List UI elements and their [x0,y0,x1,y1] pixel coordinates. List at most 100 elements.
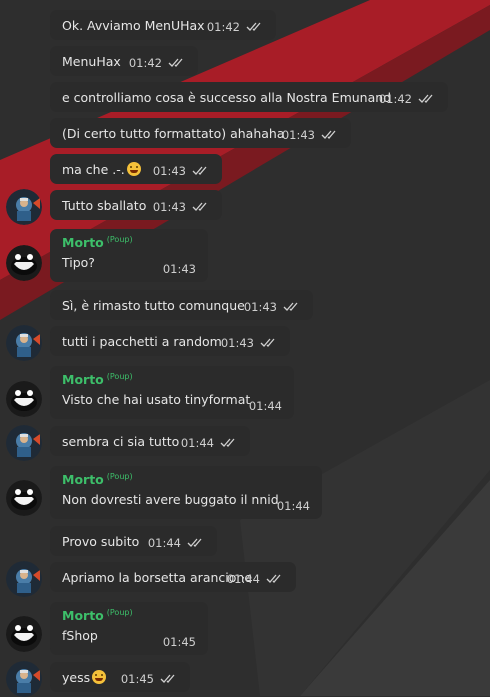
avatar-sender[interactable] [6,561,42,597]
message-text: sembra ci sia tutto [62,434,180,449]
message-bubble[interactable]: Morto (Poup) Visto che hai usato tinyform… [50,366,294,419]
message-sender: Morto (Poup) [62,235,133,250]
sender-name[interactable]: Morto [62,235,104,250]
chat-area[interactable]: Ok. Avviamo MenUHax 01:42 MenuHax 01:42 … [0,0,490,697]
message-meta: 01:43 [163,262,196,276]
message-meta: 01:43 [153,200,210,214]
message-bubble[interactable]: Morto (Poup) Tipo? 01:43 [50,229,208,282]
message-sender: Morto (Poup) [62,372,133,387]
message-text: Ok. Avviamo MenUHax [62,18,205,33]
message-time: 01:43 [152,200,186,214]
avatar-sender[interactable] [6,325,42,361]
message-meta: 01:43 [221,336,278,350]
avatar-sender-icon [6,661,42,697]
message-bubble[interactable]: sembra ci sia tutto 01:44 [50,426,250,456]
message-text: Tipo? [62,255,95,270]
grinning-face-emoji [126,162,141,176]
avatar-sender-icon [6,325,42,361]
message-meta: 01:44 [249,399,282,413]
double-check-icon [160,674,175,683]
message-text: MenuHax [62,54,121,69]
avatar-morto-icon [6,381,42,417]
message-time: 01:43 [220,336,254,350]
sender-name[interactable]: Morto [62,608,104,623]
avatar-sender[interactable] [6,189,42,225]
message-time: 01:44 [147,536,181,550]
avatar-sender[interactable] [6,425,42,461]
avatar-sender-icon [6,425,42,461]
message-time: 01:45 [162,635,196,649]
double-check-icon [192,202,207,211]
message-sender: Morto (Poup) [62,472,133,487]
avatar-morto[interactable] [6,381,42,417]
double-check-icon [168,58,183,67]
message-bubble[interactable]: Sì, è rimasto tutto comunque 01:43 [50,290,313,320]
grinning-face-emoji [92,670,107,684]
double-check-icon [283,302,298,311]
avatar-sender-icon [6,189,42,225]
message-meta: 01:43 [153,164,210,178]
sender-name[interactable]: Morto [62,372,104,387]
message-meta: 01:43 [282,128,339,142]
message-meta: 01:44 [277,499,310,513]
double-check-icon [220,438,235,447]
message-bubble[interactable]: tutti i pacchetti a random 01:43 [50,326,290,356]
message-text: ma che .-. [62,162,141,177]
message-time: 01:43 [152,164,186,178]
message-bubble[interactable]: e controlliamo cosa è successo alla Nost… [50,82,448,112]
message-bubble[interactable]: Morto (Poup) fShop 01:45 [50,602,208,655]
sender-tag: (Poup) [106,235,133,244]
message-time: 01:42 [128,56,162,70]
message-text: e controlliamo cosa è successo alla Nost… [62,90,392,105]
double-check-icon [187,538,202,547]
message-text: fShop [62,628,98,643]
message-meta: 01:45 [121,672,178,686]
message-time: 01:43 [162,262,196,276]
message-time: 01:42 [378,92,412,106]
message-bubble[interactable]: Ok. Avviamo MenUHax 01:42 [50,10,276,40]
sender-name[interactable]: Morto [62,472,104,487]
avatar-sender[interactable] [6,661,42,697]
message-meta: 01:42 [207,20,264,34]
message-text: Visto che hai usato tinyformat [62,392,251,407]
message-meta: 01:45 [163,635,196,649]
double-check-icon [246,22,261,31]
message-time: 01:43 [243,300,277,314]
message-bubble[interactable]: Provo subito 01:44 [50,526,217,556]
message-meta: 01:44 [148,536,205,550]
message-bubble[interactable]: (Di certo tutto formattato) ahahaha 01:4… [50,118,351,148]
message-text: Provo subito [62,534,140,549]
message-text: tutti i pacchetti a random [62,334,222,349]
avatar-morto-icon [6,245,42,281]
message-meta: 01:42 [379,92,436,106]
sender-tag: (Poup) [106,472,133,481]
avatar-morto-icon [6,616,42,652]
avatar-morto[interactable] [6,245,42,281]
message-time: 01:44 [226,572,260,586]
sender-tag: (Poup) [106,372,133,381]
message-meta: 01:44 [181,436,238,450]
message-bubble[interactable]: ma che .-. 01:43 [50,154,222,184]
message-bubble[interactable]: MenuHax 01:42 [50,46,198,76]
message-time: 01:43 [281,128,315,142]
double-check-icon [321,130,336,139]
message-text: (Di certo tutto formattato) ahahaha [62,126,285,141]
message-bubble[interactable]: Apriamo la borsetta arancione 01:44 [50,562,296,592]
message-bubble[interactable]: Tutto sballato 01:43 [50,190,222,220]
message-bubble[interactable]: Morto (Poup) Non dovresti avere buggato i… [50,466,322,519]
avatar-sender-icon [6,561,42,597]
double-check-icon [192,166,207,175]
avatar-morto-icon [6,480,42,516]
message-text-content: ma che .-. [62,162,125,177]
message-time: 01:44 [276,499,310,513]
avatar-morto[interactable] [6,480,42,516]
message-bubble[interactable]: yess 01:45 [50,662,190,692]
message-text: Apriamo la borsetta arancione [62,570,253,585]
message-time: 01:45 [120,672,154,686]
double-check-icon [418,94,433,103]
double-check-icon [266,574,281,583]
message-time: 01:44 [180,436,214,450]
avatar-morto[interactable] [6,616,42,652]
message-text: Non dovresti avere buggato il nnid [62,492,279,507]
message-sender: Morto (Poup) [62,608,133,623]
